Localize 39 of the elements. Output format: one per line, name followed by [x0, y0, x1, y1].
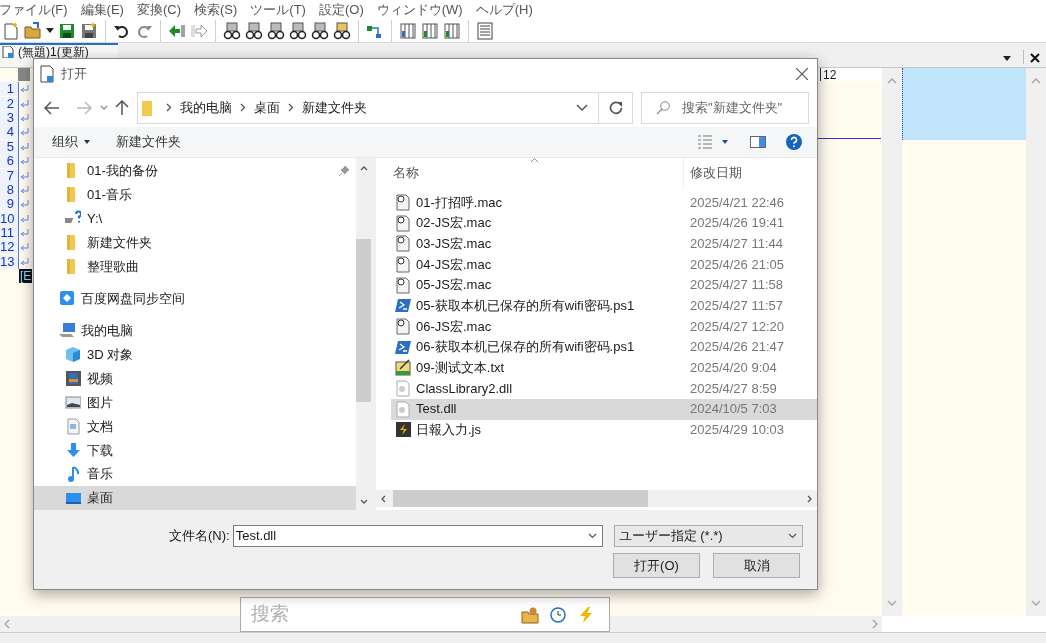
modified-date: 2025/4/27 11:44	[689, 234, 783, 253]
file-name: 01-打招呼.mac	[416, 193, 502, 212]
file-name: 日報入力.js	[416, 421, 481, 440]
filename-label: 文件名(N):	[169, 527, 230, 546]
file-name: 02-JS宏.mac	[416, 214, 492, 233]
file-name: ClassLibrary2.dll	[416, 379, 513, 398]
file-name: 05-获取本机已保存的所有wifi密码.ps1	[416, 297, 635, 316]
modified-date: 2025/4/27 11:57	[689, 297, 783, 316]
modified-date: 2025/4/21 22:46	[689, 193, 784, 212]
file-name: Test.dll	[416, 400, 457, 419]
file-name: 09-测试文本.txt	[416, 359, 505, 378]
file-name: 06-获取本机已保存的所有wifi密码.ps1	[416, 338, 635, 357]
modified-date: 2025/4/26 21:47	[689, 338, 784, 357]
modified-date: 2025/4/20 9:04	[689, 359, 777, 378]
line-number: 11	[0, 226, 18, 241]
line-number: 1	[0, 82, 18, 97]
file-name: 05-JS宏.mac	[416, 276, 492, 295]
modified-date: 2025/4/26 19:41	[689, 214, 784, 233]
line-number: 5	[0, 139, 18, 154]
file-name: 03-JS宏.mac	[416, 234, 492, 253]
modified-date: 2025/4/29 10:03	[689, 421, 784, 440]
modified-date: 2025/4/26 21:05	[689, 255, 784, 274]
modified-date: 2024/10/5 7:03	[689, 400, 777, 419]
line-number: 7	[0, 168, 18, 183]
line-number: 9	[0, 197, 18, 212]
modified-date: 2025/4/27 8:59	[689, 379, 777, 398]
line-number: 13	[0, 254, 18, 269]
eof-marker: [E	[19, 269, 33, 284]
line-number: 10	[0, 211, 18, 226]
file-name: 06-JS宏.mac	[416, 317, 492, 336]
modified-date: 2025/4/27 12:20	[689, 317, 784, 336]
ruler: 12	[820, 68, 882, 81]
line-number: 6	[0, 154, 18, 169]
file-name: 04-JS宏.mac	[416, 255, 492, 274]
line-number: 2	[0, 96, 18, 111]
line-number: 12	[0, 240, 18, 255]
dialog-title: 打开	[61, 64, 87, 83]
modified-date: 2025/4/27 11:58	[689, 276, 783, 295]
line-number: 4	[0, 125, 18, 140]
